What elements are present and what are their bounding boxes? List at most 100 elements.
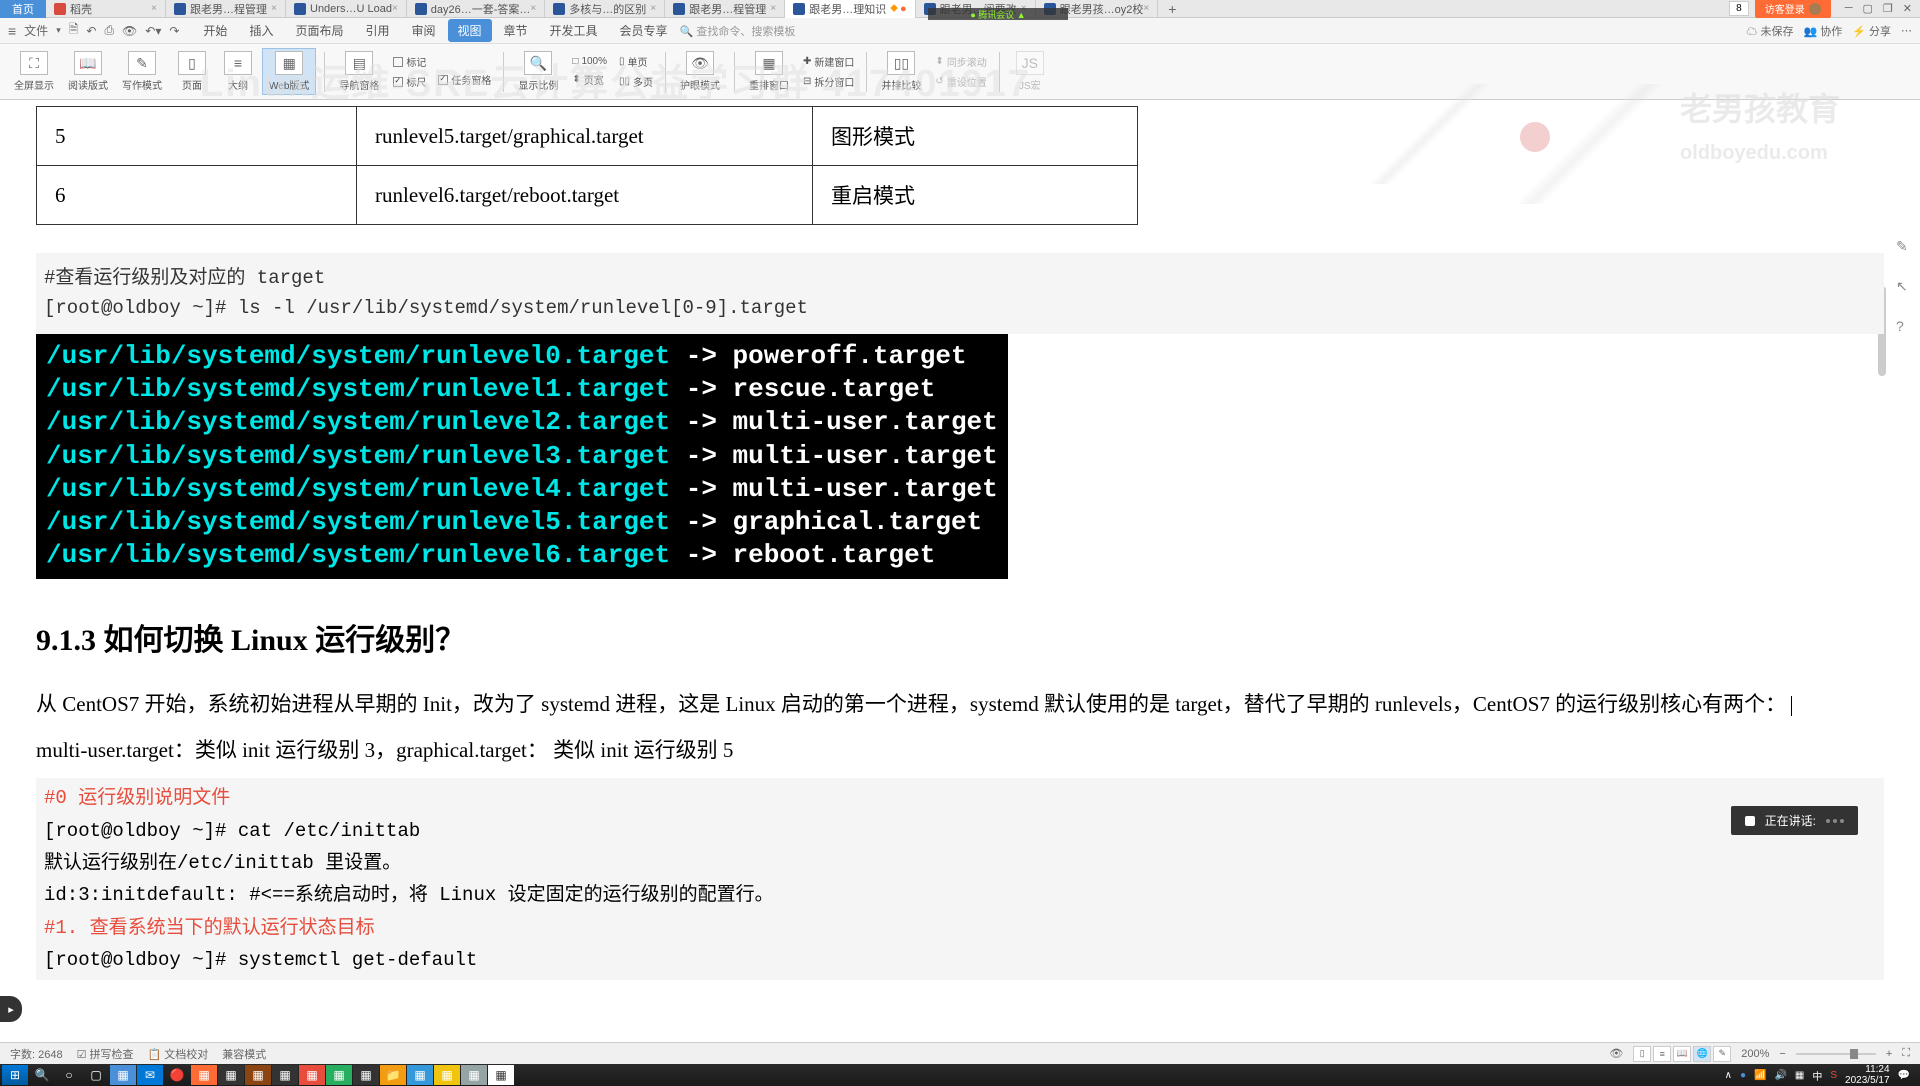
app-icon[interactable]: ▦	[434, 1065, 460, 1085]
view-print[interactable]: ▯	[1633, 1046, 1651, 1062]
table-cell[interactable]: 6	[37, 166, 357, 225]
paragraph[interactable]: multi-user.target：类似 init 运行级别 3，graphic…	[36, 731, 1884, 770]
tray-icon[interactable]: ▦	[1795, 1070, 1804, 1081]
compat-mode[interactable]: 兼容模式	[222, 1046, 266, 1062]
code-block-1[interactable]: #查看运行级别及对应的 target [root@oldboy ~]# ls -…	[36, 253, 1884, 334]
menu-review[interactable]: 审阅	[401, 19, 445, 42]
zoom-label[interactable]: 200%	[1741, 1048, 1769, 1060]
close-icon[interactable]: ×	[650, 3, 656, 14]
table-cell[interactable]: 图形模式	[813, 107, 1138, 166]
close-icon[interactable]: ×	[530, 3, 536, 14]
app-icon[interactable]: ▦	[353, 1065, 379, 1085]
minimize-icon[interactable]: ─	[1845, 2, 1853, 15]
close-icon[interactable]: ×	[392, 3, 398, 14]
tab-doc4[interactable]: 多核与…的区别×	[545, 0, 665, 18]
close-icon[interactable]: ×	[151, 3, 157, 14]
menu-chapter[interactable]: 章节	[494, 19, 538, 42]
eye-icon[interactable]: 👁	[1609, 1047, 1623, 1060]
print-icon[interactable]: ⎙	[104, 23, 114, 38]
share-button[interactable]: ⚡ 分享	[1852, 23, 1891, 39]
tab-home[interactable]: 首页	[0, 0, 46, 18]
close-icon[interactable]: ×	[770, 3, 776, 14]
word-count[interactable]: 字数: 2648	[10, 1046, 63, 1062]
app-icon[interactable]: ▦	[326, 1065, 352, 1085]
login-button[interactable]: 访客登录	[1755, 0, 1831, 18]
tray-icon[interactable]: S	[1830, 1070, 1837, 1081]
spell-check[interactable]: ☑ 拼写检查	[77, 1046, 134, 1062]
menu-member[interactable]: 会员专享	[610, 19, 678, 42]
menu-layout[interactable]: 页面布局	[285, 19, 353, 42]
close-icon[interactable]: ×	[271, 3, 277, 14]
chrome-icon[interactable]: 🔴	[164, 1065, 190, 1085]
document-area[interactable]: ✎ ↖ ? ▸ 正在讲话: 5 runlevel5.target/graphic…	[0, 100, 1920, 1042]
zoom-in[interactable]: +	[1886, 1048, 1892, 1060]
close-window-icon[interactable]: ✕	[1903, 2, 1912, 15]
tab-doc3[interactable]: day26…一套-答案…×	[407, 0, 545, 18]
tab-doc6-active[interactable]: 跟老男…理知识⬥●	[785, 0, 915, 18]
table-cell[interactable]: 重启模式	[813, 166, 1138, 225]
app-icon[interactable]: ▦	[461, 1065, 487, 1085]
view-outline[interactable]: ≡	[1653, 1046, 1671, 1062]
search-input[interactable]: 🔍 查找命令、搜索模板	[680, 23, 796, 39]
menu-dev[interactable]: 开发工具	[540, 19, 608, 42]
folder-icon[interactable]: 📁	[380, 1065, 406, 1085]
file-menu[interactable]: 文件	[24, 22, 48, 39]
table-cell[interactable]: runlevel5.target/graphical.target	[357, 107, 813, 166]
view-read[interactable]: 📖	[1673, 1046, 1691, 1062]
redo-icon[interactable]: ↷	[169, 24, 179, 38]
view-edit[interactable]: ✎	[1713, 1046, 1731, 1062]
search-icon[interactable]: 🔍	[29, 1065, 55, 1085]
app-icon[interactable]: ▦	[488, 1065, 514, 1085]
cortana-icon[interactable]: ○	[56, 1065, 82, 1085]
preview-icon[interactable]: 👁	[122, 24, 137, 38]
app-icon[interactable]: ▦	[191, 1065, 217, 1085]
view-web[interactable]: 🌐	[1693, 1046, 1711, 1062]
tab-doc5[interactable]: 跟老男…程管理×	[665, 0, 785, 18]
tray-wifi-icon[interactable]: 📶	[1754, 1070, 1766, 1081]
read-mode-button[interactable]: 📖阅读版式	[62, 48, 114, 95]
fullscreen-button[interactable]: ⛶全屏显示	[8, 48, 60, 95]
menu-ref[interactable]: 引用	[355, 19, 399, 42]
tab-count-badge[interactable]: 8	[1729, 1, 1749, 16]
section-heading[interactable]: 9.1.3 如何切换 Linux 运行级别？	[36, 615, 1884, 659]
dropdown-icon[interactable]: ▾	[56, 25, 61, 36]
cursor-icon[interactable]: ↖	[1896, 278, 1912, 294]
collab-button[interactable]: 👥 协作	[1803, 23, 1842, 39]
tab-daoke[interactable]: 稻壳×	[46, 0, 166, 18]
more-icon[interactable]: ⋯	[1901, 24, 1912, 37]
doc-check[interactable]: 📋 文档校对	[148, 1046, 209, 1062]
tab-doc2[interactable]: Unders…U Load×	[286, 0, 407, 18]
undo-icon[interactable]: ↶	[86, 24, 96, 38]
help-icon[interactable]: ?	[1896, 318, 1912, 334]
tray-icon[interactable]: ●	[1740, 1070, 1746, 1081]
save-icon[interactable]: 🗎	[69, 20, 79, 41]
app-icon[interactable]: ▦	[407, 1065, 433, 1085]
table-cell[interactable]: runlevel6.target/reboot.target	[357, 166, 813, 225]
app-icon[interactable]: ▦	[272, 1065, 298, 1085]
menu-view[interactable]: 视图	[448, 19, 492, 42]
undo2-icon[interactable]: ↶▾	[145, 24, 161, 38]
table-cell[interactable]: 5	[37, 107, 357, 166]
tray-volume-icon[interactable]: 🔊	[1774, 1070, 1786, 1081]
app-icon[interactable]: ▦	[245, 1065, 271, 1085]
menu-start[interactable]: 开始	[193, 19, 237, 42]
close-icon[interactable]: ×	[1143, 3, 1149, 14]
tab-doc1[interactable]: 跟老男…程管理×	[166, 0, 286, 18]
zoom-out[interactable]: −	[1779, 1048, 1785, 1060]
app-icon[interactable]: ▦	[110, 1065, 136, 1085]
pencil-icon[interactable]: ✎	[1896, 238, 1912, 254]
page-indicator[interactable]: ▸	[0, 996, 22, 1022]
app-icon[interactable]: ▦	[218, 1065, 244, 1085]
menu-insert[interactable]: 插入	[239, 19, 283, 42]
code-block-2[interactable]: #0 运行级别说明文件 [root@oldboy ~]# cat /etc/in…	[36, 778, 1884, 980]
maximize-icon[interactable]: ▢	[1863, 2, 1873, 15]
fullscreen-icon[interactable]: ⛶	[1902, 1047, 1910, 1060]
tray-chevron[interactable]: ∧	[1725, 1070, 1732, 1081]
task-view-icon[interactable]: ▢	[83, 1065, 109, 1085]
restore-icon[interactable]: ❐	[1883, 2, 1893, 15]
hamburger-icon[interactable]: ≡	[8, 23, 16, 39]
notification-icon[interactable]: 💬	[1898, 1070, 1910, 1081]
app-icon[interactable]: ▦	[299, 1065, 325, 1085]
tray-ime-icon[interactable]: 中	[1812, 1068, 1822, 1083]
paragraph[interactable]: 从 CentOS7 开始，系统初始进程从早期的 Init，改为了 systemd…	[36, 685, 1884, 724]
